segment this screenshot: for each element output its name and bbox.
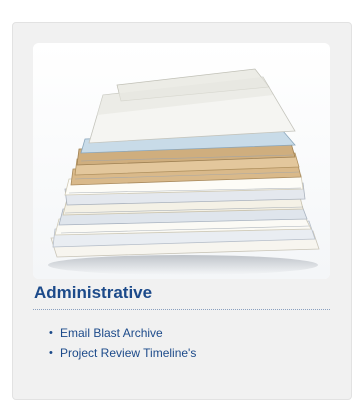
list-item: • Project Review Timeline's xyxy=(45,343,196,363)
administrative-card: Administrative • Email Blast Archive • P… xyxy=(12,22,352,400)
email-blast-archive-link[interactable]: Email Blast Archive xyxy=(60,326,163,340)
link-list: • Email Blast Archive • Project Review T… xyxy=(45,323,196,363)
list-item: • Email Blast Archive xyxy=(45,323,196,343)
paper-stack-image xyxy=(33,43,330,279)
title-divider xyxy=(33,309,330,310)
project-review-timelines-link[interactable]: Project Review Timeline's xyxy=(60,346,196,360)
bullet-icon: • xyxy=(49,347,53,359)
section-title: Administrative xyxy=(34,283,153,302)
bullet-icon: • xyxy=(49,327,53,339)
